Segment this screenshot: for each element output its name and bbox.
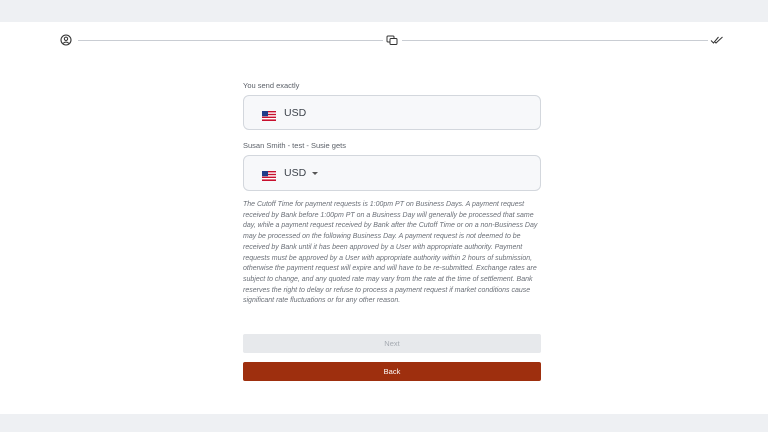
user-icon [59,33,73,47]
receive-currency-code: USD [284,167,307,179]
cutoff-disclaimer: The Cutoff Time for payment requests is … [243,201,538,305]
receive-currency-select[interactable]: USD [243,155,541,191]
stepper-line [78,40,383,41]
us-flag-icon [262,168,276,181]
send-currency-code: USD [284,106,307,119]
send-label: You send exactly [243,81,300,90]
chevron-down-icon[interactable] [312,172,319,175]
receive-label: Susan Smith - test - Susie gets [243,141,346,150]
top-bar [0,0,768,22]
us-flag-icon [262,108,276,121]
bottom-bar [0,414,768,432]
double-check-icon [710,33,724,47]
exchange-icon [385,33,399,47]
send-currency-field[interactable]: USD [243,95,541,130]
next-button[interactable]: Next [243,334,541,353]
progress-stepper [0,28,768,52]
back-button[interactable]: Back [243,362,541,381]
stepper-line [402,40,708,41]
